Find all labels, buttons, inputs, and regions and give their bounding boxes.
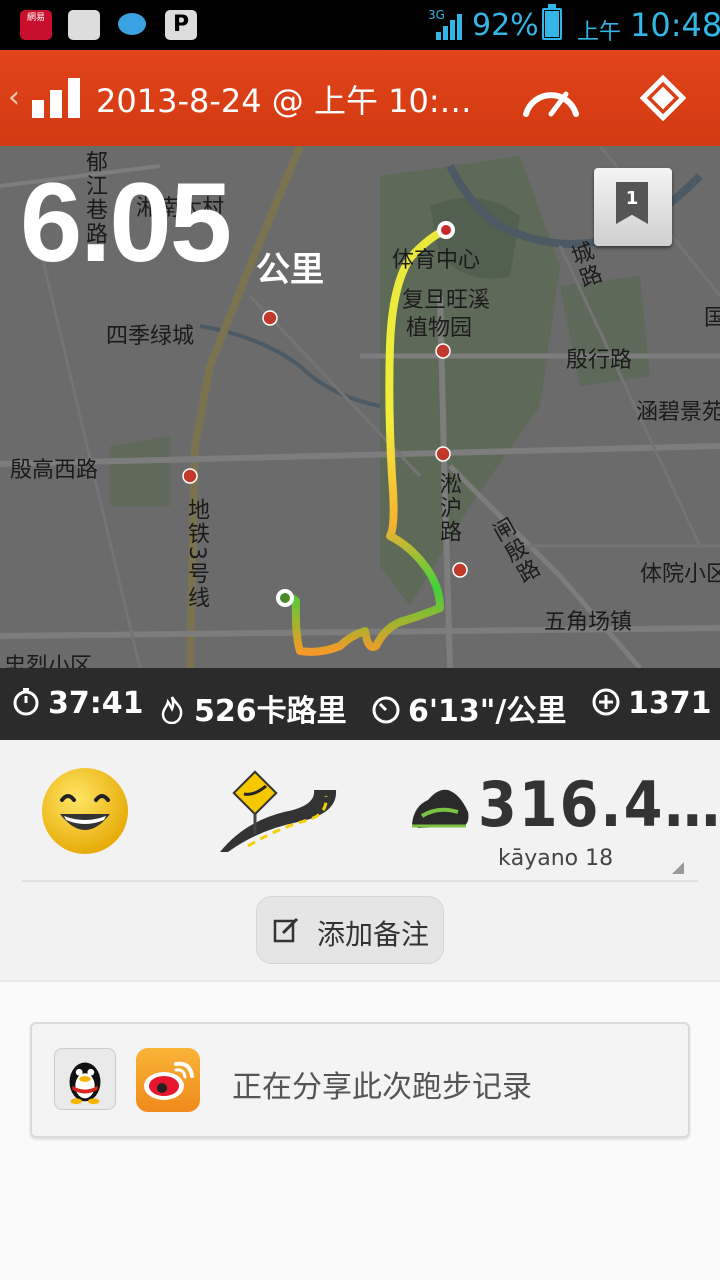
- stat-duration-value: 37:41: [48, 686, 144, 721]
- map-label-tiyuan: 体院小区: [640, 562, 720, 587]
- battery-percent: 92%: [472, 8, 539, 43]
- share-area: 正在分享此次跑步记录: [0, 980, 720, 1280]
- bar-chart-icon[interactable]: [32, 78, 82, 118]
- stat-duration: 37:41: [12, 686, 144, 722]
- chat-bubble-icon: [118, 13, 146, 35]
- run-summary: 316.4… kāyano 18 添加备注: [0, 740, 720, 980]
- pace-gauge-icon: [372, 696, 400, 724]
- diamond-route-icon[interactable]: [640, 75, 686, 121]
- netease-news-icon: 網易: [20, 10, 52, 40]
- map-label-metro-3: 地铁3号线: [184, 498, 209, 610]
- map-label-siji-lvcheng: 四季绿城: [106, 324, 195, 349]
- shoe-name: kāyano 18: [498, 846, 614, 871]
- stat-calories-value: 526卡路里: [194, 694, 347, 729]
- divider: [22, 880, 698, 882]
- stat-pace-value: 6'13"/公里: [408, 694, 567, 729]
- share-card[interactable]: 正在分享此次跑步记录: [30, 1022, 690, 1138]
- map-label-sports-center: 体育中心: [392, 248, 481, 273]
- signal-icon: [436, 14, 462, 40]
- smiley-icon[interactable]: [40, 766, 130, 856]
- run-title: 2013-8-24 @ 上午 10:…: [96, 82, 472, 120]
- flame-icon: [161, 696, 183, 724]
- map-label-yinhang-road: 殷行路: [566, 348, 633, 373]
- run-distance-unit: 公里: [256, 250, 324, 290]
- add-note-label: 添加备注: [317, 918, 430, 951]
- stats-bar: 37:41 526卡路里 6'13"/公里 1371: [0, 668, 720, 740]
- stopwatch-icon: [13, 688, 39, 716]
- lap-badge[interactable]: 1: [594, 168, 672, 246]
- qq-icon[interactable]: [54, 1048, 116, 1110]
- speedometer-icon[interactable]: [520, 80, 582, 120]
- map-label-wujiaochang: 五角场镇: [544, 610, 633, 635]
- map-label-hanbi: 涵碧景苑: [636, 400, 720, 425]
- map-label-botanical-2: 植物园: [406, 316, 473, 341]
- run-distance: 6.05: [20, 160, 232, 285]
- ampm-label: 上午: [577, 20, 622, 45]
- stat-pace: 6'13"/公里: [372, 686, 566, 729]
- clock: 10:48: [630, 6, 720, 44]
- route-map[interactable]: 郁江巷路 湘南大村 体育中心 复旦旺溪 植物园 四季绿城 殷行路 涵碧景苑 殷高…: [0, 146, 720, 668]
- shoe-distance: 316.4…: [478, 768, 720, 841]
- map-label-yingao-road: 殷高西路: [10, 458, 99, 483]
- share-status-text: 正在分享此次跑步记录: [232, 1070, 532, 1105]
- road-icon[interactable]: [218, 770, 348, 854]
- netease-label: 網易: [26, 13, 45, 23]
- stat-calories: 526卡路里: [158, 686, 347, 729]
- map-label-guo: 国: [704, 306, 720, 331]
- battery-fill: [545, 11, 559, 37]
- stat-fuel: 1371: [592, 686, 712, 722]
- shoe-icon[interactable]: [408, 776, 472, 836]
- edit-note-icon: [273, 917, 299, 943]
- add-note-button[interactable]: 添加备注: [256, 896, 444, 964]
- back-chevron-icon[interactable]: ‹: [8, 80, 20, 115]
- map-label-zhonglie: 忠烈小区: [4, 654, 93, 668]
- fuel-plus-icon: [592, 688, 620, 716]
- status-bar: 網易 P 3G 92% 上午 10:48: [0, 0, 720, 50]
- map-label-songhu-road: 淞沪路: [436, 472, 461, 544]
- pinterest-icon: P: [165, 10, 197, 40]
- lap-flag-icon: 1: [616, 182, 648, 224]
- stat-fuel-value: 1371: [628, 686, 712, 721]
- weibo-icon[interactable]: [136, 1048, 200, 1112]
- app-bar: ‹ 2013-8-24 @ 上午 10:…: [0, 50, 720, 146]
- message-notification-icon: [68, 10, 100, 40]
- shoe-dropdown-corner-icon[interactable]: [672, 862, 684, 874]
- battery-icon: [542, 4, 562, 40]
